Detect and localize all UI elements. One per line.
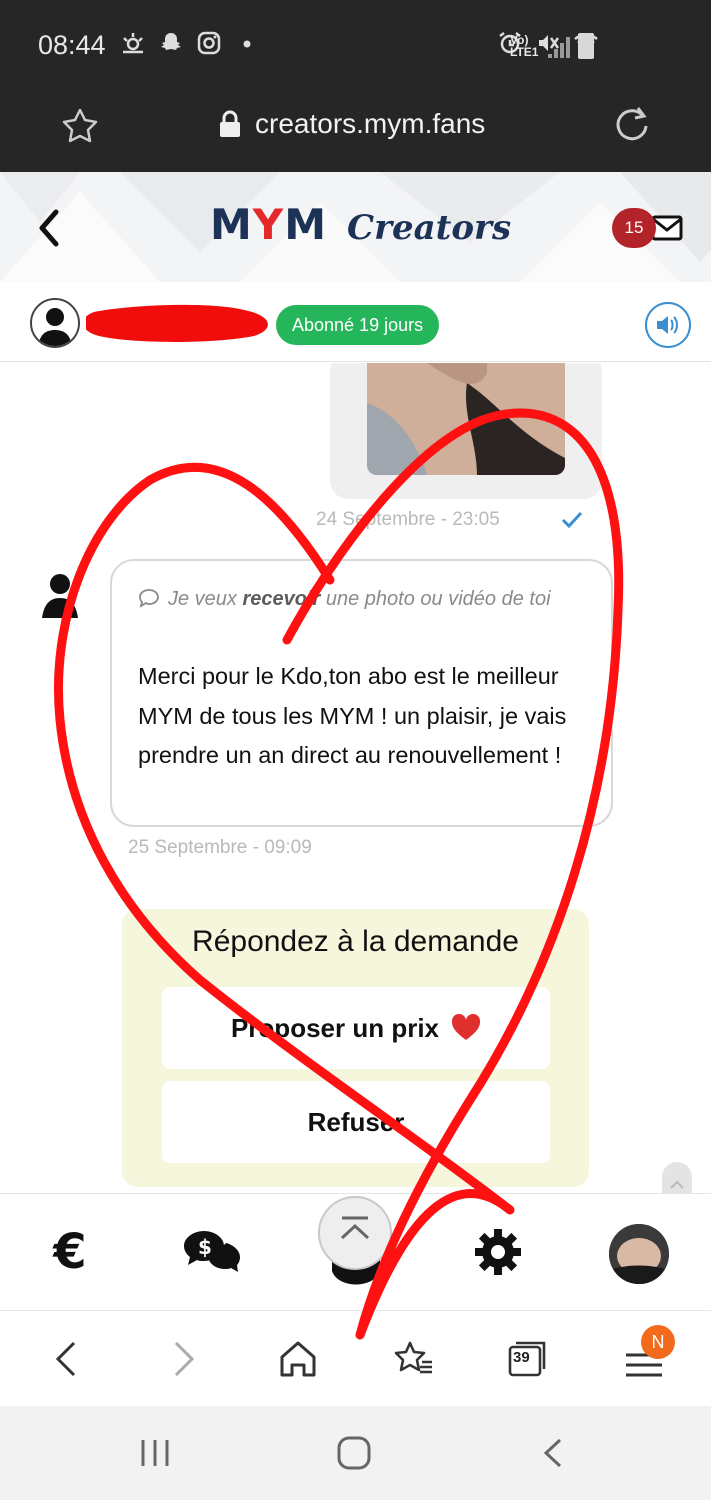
back-arrow-icon[interactable] [34, 208, 66, 248]
profile-photo [609, 1224, 669, 1284]
sender-avatar-icon [42, 574, 78, 618]
refuse-button[interactable]: Refuser [162, 1081, 550, 1163]
bookmark-star-icon[interactable] [60, 106, 100, 146]
subscription-badge: Abonné 19 jours [276, 305, 440, 345]
android-nav-bar [0, 1406, 711, 1500]
status-bar: 08:44 Vo) LTE1 [0, 0, 711, 92]
dot-icon [243, 40, 251, 48]
money-chat-icon: $ [184, 1231, 240, 1272]
home-button-icon[interactable] [334, 1436, 374, 1470]
battery-icon [578, 33, 594, 59]
speech-bubble-icon [139, 589, 159, 608]
browser-back-icon[interactable] [46, 1337, 90, 1381]
mym-creators-logo[interactable]: MYM Creators [210, 200, 511, 250]
photo-thumbnail [367, 363, 565, 475]
menu-new-badge: N [641, 1325, 675, 1359]
propose-price-button[interactable]: Proposer un prix [162, 987, 550, 1069]
messages-button[interactable]: 15 [612, 208, 692, 252]
status-time: 08:44 [38, 30, 106, 60]
browser-bottom-bar: 39 N [0, 1310, 711, 1406]
lock-icon [220, 110, 240, 137]
nav-euro-button[interactable]: € [40, 1222, 100, 1282]
request-label: Je veux recevoir une photo ou vidéo de t… [138, 579, 588, 619]
speaker-icon [657, 316, 678, 334]
reload-icon[interactable] [612, 104, 652, 144]
url-text[interactable]: creators.mym.fans [255, 108, 485, 140]
nav-settings-button[interactable] [468, 1222, 528, 1282]
media-timestamp: 24 Septembre - 23:05 [316, 509, 500, 530]
conversation-header: Abonné 19 jours [0, 290, 711, 362]
user-avatar[interactable] [30, 298, 80, 348]
gear-icon [475, 1229, 521, 1275]
instagram-icon [197, 31, 221, 55]
network-label: Vo) LTE1 [510, 33, 539, 59]
scroll-up-icon [340, 1216, 370, 1240]
android-back-icon[interactable] [534, 1436, 574, 1470]
media-photo[interactable] [367, 363, 565, 475]
chat-area: 24 Septembre - 23:05 Je veux recevoir un… [0, 363, 711, 1193]
sound-toggle-button[interactable] [645, 302, 691, 348]
unread-count-badge: 15 [612, 208, 656, 248]
euro-icon: € [53, 1224, 87, 1280]
browser-forward-icon[interactable] [160, 1337, 204, 1381]
site-header: MYM Creators 15 [0, 172, 711, 282]
redacted-username [86, 304, 268, 342]
tabs-count: 39 [513, 1349, 530, 1366]
message-text: Merci pour le Kdo,ton abo est le meilleu… [138, 663, 567, 768]
heart-icon [452, 1014, 481, 1040]
logo-creators: Creators [347, 208, 512, 248]
snapchat-icon [161, 33, 181, 50]
svg-text:$: $ [198, 1235, 212, 1259]
nav-paid-messages-button[interactable]: $ [182, 1222, 242, 1282]
logo-mym: MYM [210, 200, 328, 249]
signal-icon [548, 37, 570, 58]
notification-icons [120, 30, 260, 56]
browser-url-bar: creators.mym.fans [0, 92, 711, 172]
message-timestamp: 25 Septembre - 09:09 [128, 837, 312, 858]
message-bubble: Je veux recevoir une photo ou vidéo de t… [110, 559, 613, 827]
request-response-panel: Répondez à la demande Proposer un prix R… [122, 909, 589, 1187]
avatar-silhouette-icon [38, 308, 72, 346]
scroll-to-top-button[interactable] [318, 1196, 392, 1270]
read-check-icon [561, 511, 583, 529]
nav-profile-avatar[interactable] [609, 1224, 669, 1284]
weather-icon [123, 33, 143, 54]
browser-bookmarks-icon[interactable] [392, 1337, 436, 1381]
recent-apps-icon[interactable] [135, 1436, 175, 1470]
request-panel-title: Répondez à la demande [192, 925, 519, 958]
browser-home-icon[interactable] [276, 1337, 320, 1381]
